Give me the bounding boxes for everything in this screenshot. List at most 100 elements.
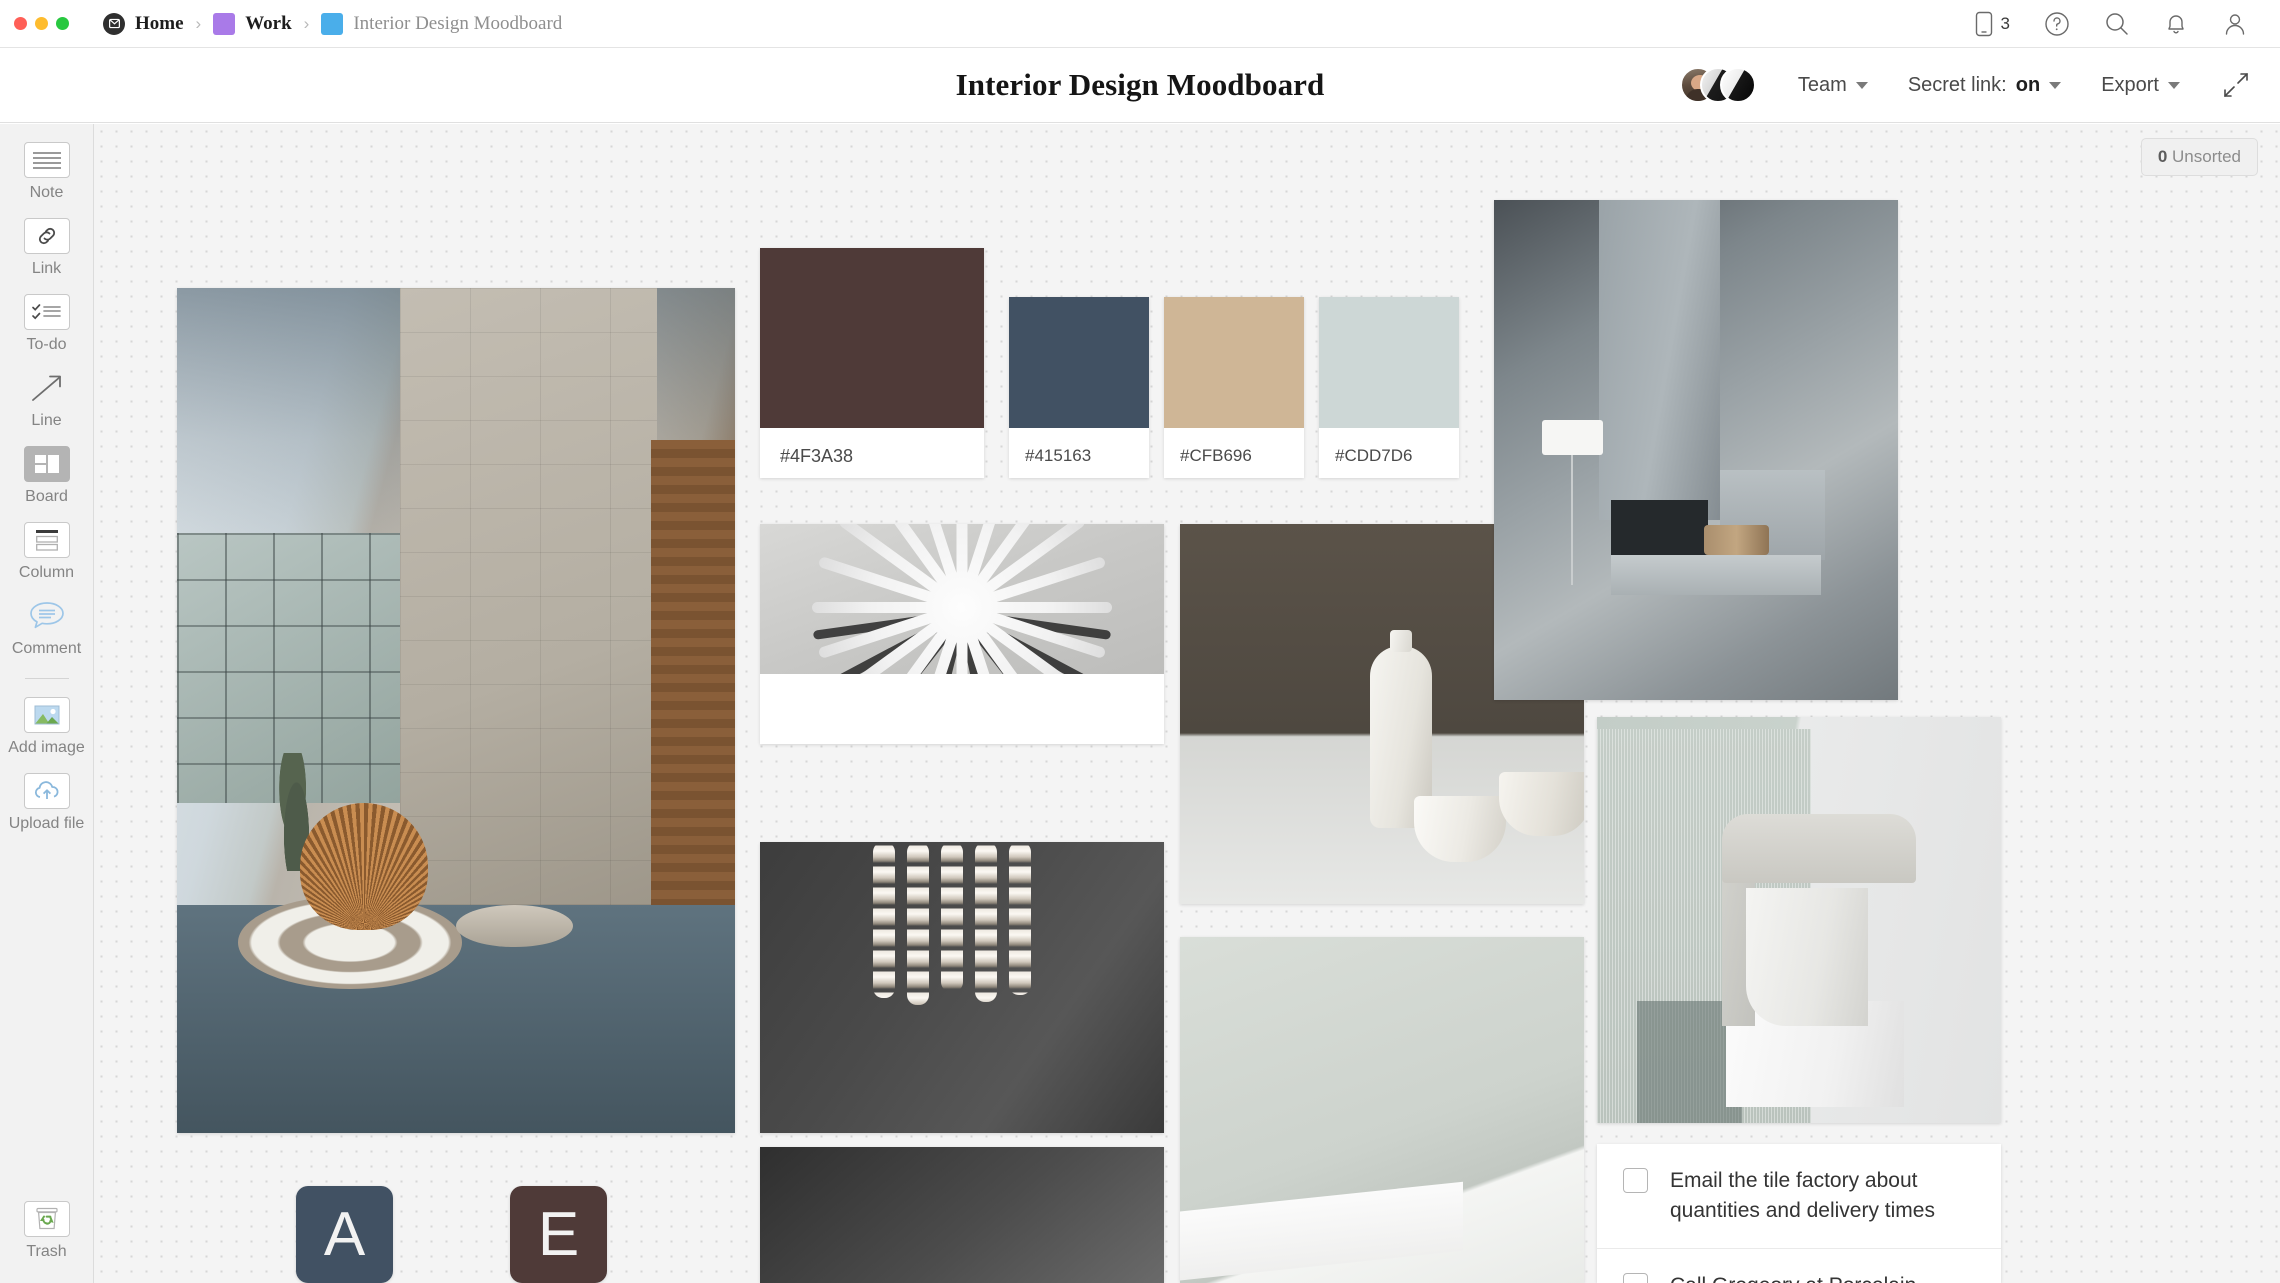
minimize-window-button[interactable] <box>35 17 48 30</box>
tool-todo[interactable]: To-do <box>0 294 94 354</box>
letter-tile-e-label: E <box>537 1200 580 1269</box>
board-grid-icon <box>23 446 70 482</box>
collaborator-avatars[interactable] <box>1679 65 1756 105</box>
swatch-dark-brown-fill <box>760 248 984 428</box>
export-button[interactable]: Export <box>2081 74 2200 97</box>
link-card-porcelainbear[interactable]: www.porcelainbear.com <box>760 524 1164 744</box>
image-chain-chandelier[interactable] <box>760 842 1164 1133</box>
secret-link-label: Secret link: <box>1907 73 2007 96</box>
tool-comment-label: Comment <box>11 640 82 657</box>
swatch-pale-blue-grey-fill <box>1319 297 1459 428</box>
comment-bubble-icon <box>24 598 70 634</box>
tool-line-label: Line <box>31 412 62 429</box>
tool-trash-label: Trash <box>26 1243 67 1260</box>
unsorted-count: 0 <box>2157 147 2168 166</box>
tool-upload-file-label: Upload file <box>8 815 85 832</box>
expand-fullscreen-button[interactable] <box>2200 71 2254 99</box>
todo-checklist-icon <box>23 294 70 330</box>
upload-cloud-icon <box>23 773 70 809</box>
image-sage-marble-corner[interactable] <box>1180 937 1584 1283</box>
letter-tile-e[interactable]: E <box>510 1186 607 1283</box>
chain-strands <box>873 842 1051 1005</box>
mobile-badge-count: 3 <box>2000 13 2010 33</box>
breadcrumb-swatch-work <box>213 12 236 35</box>
breadcrumb-item-home[interactable]: Home <box>135 13 184 35</box>
board-header: Interior Design Moodboard Team Secret li… <box>0 48 2280 123</box>
lamp-body <box>1746 887 1868 1026</box>
fireplace-hearth <box>1611 555 1822 595</box>
arrow-line-icon <box>24 370 70 406</box>
tool-comment[interactable]: Comment <box>0 598 94 658</box>
notifications-bell-icon[interactable] <box>2164 11 2188 37</box>
breadcrumb-item-current: Interior Design Moodboard <box>353 12 563 34</box>
image-patio-stone-wall-chair[interactable] <box>177 288 735 1133</box>
swatch-card-slate-blue[interactable]: #415163 <box>1009 297 1149 478</box>
breadcrumb-item-work[interactable]: Work <box>245 13 291 35</box>
help-icon[interactable] <box>2044 11 2070 37</box>
mobile-icon[interactable]: 3 <box>1974 11 2010 37</box>
swatch-card-sand-tan[interactable]: #CFB696 <box>1164 297 1304 478</box>
letter-tile-a-label: A <box>323 1200 366 1269</box>
breadcrumb-separator: › <box>195 13 202 33</box>
fireplace-firewood <box>1704 525 1769 555</box>
image-coral-pendant-light[interactable] <box>760 524 1164 674</box>
team-button-label: Team <box>1797 73 1847 96</box>
chevron-down-icon <box>2049 81 2062 89</box>
todo-item[interactable]: Call Gregeory at Porcelain Bears <box>1597 1249 2001 1283</box>
tool-board[interactable]: Board <box>0 446 94 506</box>
breadcrumb: Home › Work › Interior Design Moodboard <box>103 12 563 35</box>
tool-link-label: Link <box>31 260 62 277</box>
team-button[interactable]: Team <box>1778 74 1888 97</box>
close-window-button[interactable] <box>14 17 27 30</box>
todo-checkbox[interactable] <box>1623 1272 1648 1283</box>
milanote-logo-icon[interactable] <box>103 12 125 35</box>
tool-link[interactable]: Link <box>0 218 94 278</box>
image-concrete-table-lamp[interactable] <box>1597 717 2001 1123</box>
unsorted-badge[interactable]: 0 Unsorted <box>2140 138 2258 176</box>
patio-rattan-chair <box>299 803 429 931</box>
todo-card[interactable]: Email the tile factory about quantities … <box>1597 1144 2001 1283</box>
patio-coffee-table <box>456 904 574 948</box>
tool-add-image-label: Add image <box>8 739 85 756</box>
tool-board-label: Board <box>25 488 68 505</box>
tool-trash[interactable]: Trash <box>0 1201 94 1261</box>
marble-tabletop <box>1180 1181 1463 1283</box>
titlebar-actions: 3 <box>1974 11 2248 37</box>
tool-column-label: Column <box>18 564 75 581</box>
fireplace-floor-lamp-stem <box>1570 455 1573 585</box>
secret-link-value: on <box>2015 73 2041 96</box>
chevron-down-icon <box>1855 81 1868 89</box>
tool-line[interactable]: Line <box>0 370 94 430</box>
tool-add-image[interactable]: Add image <box>0 697 94 757</box>
ceramic-bowl-back <box>1499 771 1584 836</box>
swatch-slate-blue-fill <box>1009 297 1149 428</box>
add-image-icon <box>23 697 70 733</box>
patio-wood-panel <box>651 440 735 964</box>
letter-tile-a[interactable]: A <box>296 1186 393 1283</box>
breadcrumb-swatch-current <box>321 12 344 35</box>
swatch-card-pale-blue-grey[interactable]: #CDD7D6 <box>1319 297 1459 478</box>
tool-note[interactable]: Note <box>0 142 94 202</box>
account-icon[interactable] <box>2222 11 2248 37</box>
swatch-card-dark-brown[interactable]: #4F3A38 <box>760 248 984 478</box>
tool-upload-file[interactable]: Upload file <box>0 773 94 833</box>
toolbar-divider <box>24 678 69 679</box>
unsorted-label: Unsorted <box>2172 147 2241 166</box>
secret-link-button[interactable]: Secret link: on <box>1888 74 2081 97</box>
export-button-label: Export <box>2101 73 2159 96</box>
column-icon <box>23 522 70 558</box>
todo-item[interactable]: Email the tile factory about quantities … <box>1597 1144 2001 1249</box>
ceramic-bowl-front <box>1414 796 1507 863</box>
tool-column[interactable]: Column <box>0 522 94 582</box>
board-canvas[interactable]: 0 Unsorted #4F3A38 #415163 #CFB696 #CDD7… <box>94 124 2280 1283</box>
swatch-sand-tan-hex: #CFB696 <box>1180 446 1252 465</box>
avatar[interactable] <box>1719 67 1756 103</box>
fireplace-opening <box>1611 500 1709 555</box>
swatch-dark-brown-hex: #4F3A38 <box>780 446 854 466</box>
image-dark-chain-detail[interactable] <box>760 1147 1164 1283</box>
tool-note-label: Note <box>29 184 64 201</box>
image-concrete-fireplace-interior[interactable] <box>1494 200 1898 700</box>
search-icon[interactable] <box>2104 11 2130 37</box>
maximize-window-button[interactable] <box>56 17 69 30</box>
todo-checkbox[interactable] <box>1623 1168 1648 1193</box>
